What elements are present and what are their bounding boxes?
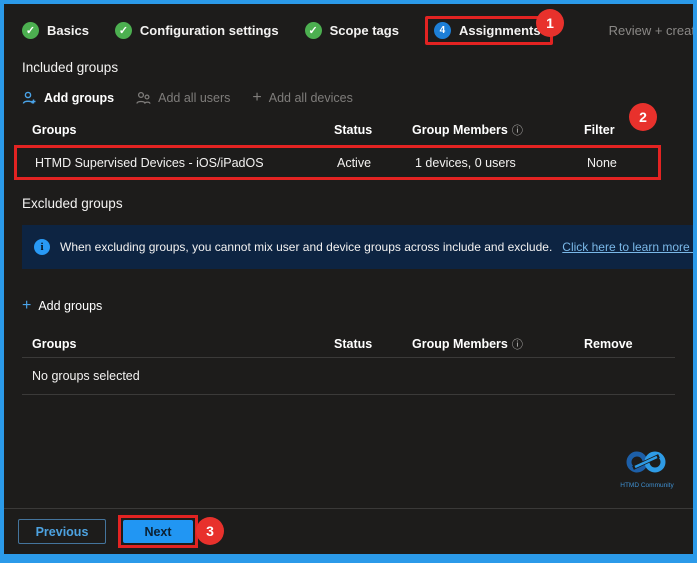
included-group-row[interactable]: HTMD Supervised Devices - iOS/iPadOS Act… (17, 148, 658, 177)
col-groups: Groups (32, 337, 334, 351)
group-name: HTMD Supervised Devices - iOS/iPadOS (35, 156, 337, 170)
info-banner-text: When excluding groups, you cannot mix us… (60, 240, 552, 254)
wizard-step-tabs: ✓ Basics ✓ Configuration settings ✓ Scop… (22, 12, 675, 48)
wizard-window: 1 2 3 ✓ Basics ✓ Configuration settings … (0, 0, 697, 563)
htmd-logo-icon (625, 448, 669, 476)
info-banner-icon: i (34, 239, 50, 255)
tab-basics[interactable]: ✓ Basics (22, 22, 89, 39)
check-icon: ✓ (22, 22, 39, 39)
tab-scope-tags[interactable]: ✓ Scope tags (305, 22, 399, 39)
plus-icon: + (252, 90, 261, 106)
add-all-devices-label: Add all devices (269, 91, 353, 105)
footer-bar: Previous Next (4, 508, 693, 554)
included-groups-title: Included groups (22, 60, 675, 75)
info-banner: i When excluding groups, you cannot mix … (22, 225, 693, 269)
excluded-add-groups-label: Add groups (38, 299, 102, 313)
excluded-table-header: Groups Status Group Membersⓘ Remove (22, 331, 675, 357)
add-groups-label: Add groups (44, 91, 114, 105)
tab-configuration-settings[interactable]: ✓ Configuration settings (115, 22, 279, 39)
check-icon: ✓ (305, 22, 322, 39)
add-all-devices-button[interactable]: + Add all devices (252, 90, 352, 106)
learn-more-link[interactable]: Click here to learn more about (562, 240, 693, 254)
plus-icon: + (22, 298, 31, 314)
tab-assignments[interactable]: 4 Assignments (434, 22, 541, 39)
included-table-header: Groups Status Group Membersⓘ Filter (22, 117, 675, 143)
excluded-add-groups-button[interactable]: + Add groups (22, 298, 102, 314)
group-filter: None (587, 156, 658, 170)
check-icon: ✓ (115, 22, 132, 39)
add-groups-button[interactable]: Add groups (22, 91, 114, 105)
col-status: Status (334, 337, 412, 351)
tab-assignments-label: Assignments (459, 23, 541, 38)
htmd-logo-caption: HTMD Community (615, 482, 679, 489)
next-button[interactable]: Next (123, 520, 193, 543)
excluded-groups-toolbar: + Add groups (22, 295, 675, 317)
divider (22, 394, 675, 395)
annotation-rect-assignments: 4 Assignments (425, 16, 553, 45)
tab-review-create-label: Review + create (609, 23, 697, 38)
annotation-circle-1: 1 (536, 9, 564, 37)
annotation-circle-3: 3 (196, 517, 224, 545)
previous-button[interactable]: Previous (18, 519, 106, 544)
add-all-users-label: Add all users (158, 91, 230, 105)
tab-review-create[interactable]: Review + create (609, 23, 697, 38)
col-remove: Remove (584, 337, 675, 351)
included-groups-toolbar: Add groups Add all users + Add all devic… (22, 87, 675, 109)
excluded-groups-title: Excluded groups (22, 196, 675, 211)
add-all-users-icon (136, 91, 151, 105)
tab-configuration-settings-label: Configuration settings (140, 23, 279, 38)
col-groups: Groups (32, 123, 334, 137)
col-group-members: Group Membersⓘ (412, 336, 584, 352)
col-filter: Filter (584, 123, 675, 137)
group-status: Active (337, 156, 415, 170)
tab-scope-tags-label: Scope tags (330, 23, 399, 38)
step-4-icon: 4 (434, 22, 451, 39)
annotation-rect-included-row: HTMD Supervised Devices - iOS/iPadOS Act… (14, 145, 661, 180)
add-all-users-button[interactable]: Add all users (136, 91, 230, 105)
annotation-rect-next: Next (118, 515, 198, 548)
add-user-icon (22, 91, 37, 105)
col-group-members: Group Membersⓘ (412, 122, 584, 138)
tab-basics-label: Basics (47, 23, 89, 38)
htmd-community-logo: HTMD Community (615, 448, 679, 489)
annotation-circle-2: 2 (629, 103, 657, 131)
wizard-content: ✓ Basics ✓ Configuration settings ✓ Scop… (4, 4, 693, 554)
col-status: Status (334, 123, 412, 137)
info-icon[interactable]: ⓘ (512, 339, 523, 351)
excluded-empty-row: No groups selected (22, 358, 675, 394)
group-members: 1 devices, 0 users (415, 156, 587, 170)
info-icon[interactable]: ⓘ (512, 125, 523, 137)
